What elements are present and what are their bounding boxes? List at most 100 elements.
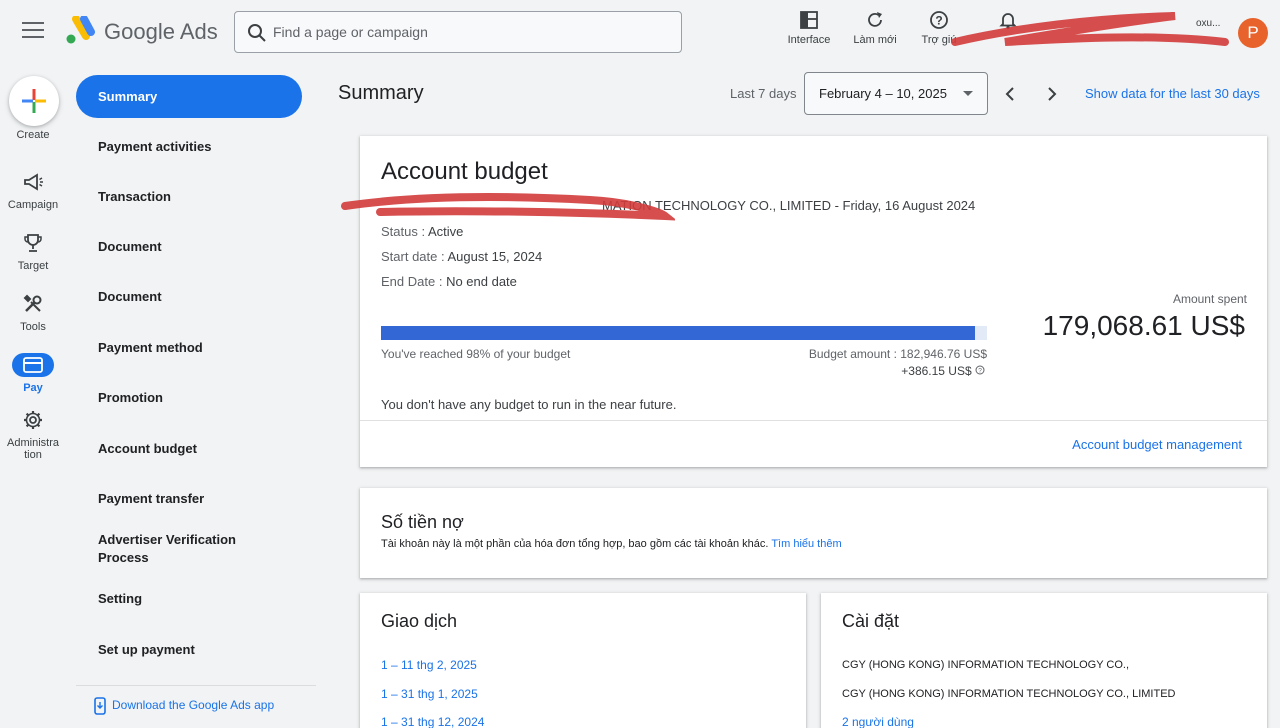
nav-item-document[interactable]: Document [76,238,302,256]
settings-title: Cài đặt [842,611,900,631]
nav-item-advertiser-verification[interactable]: Advertiser Verification Process [76,531,266,567]
transactions-card: Giao dịch 1 – 11 thg 2, 2025 1 – 31 thg … [360,593,806,728]
download-app-link[interactable]: Download the Google Ads app [94,697,274,715]
side-nav: Summary Payment activities Transaction D… [76,64,316,728]
bell-icon [999,13,1017,30]
date-range-value: February 4 – 10, 2025 [819,86,947,101]
end-date-label: End Date : [381,274,443,289]
download-app-label: Download the Google Ads app [112,698,275,713]
interface-button[interactable]: Interface [779,8,839,56]
avatar[interactable]: P [1238,18,1268,48]
budget-amount: Budget amount : 182,946.76 US$ [808,347,987,361]
help-icon[interactable]: ? [975,365,985,375]
budget-extra-row: +386.15 US$ ? [901,364,985,378]
end-date-value: No end date [446,274,517,289]
nav-item-promotion[interactable]: Promotion [76,389,302,407]
search-box[interactable] [234,11,682,53]
interface-label: Interface [787,34,831,46]
last-30-days-link[interactable]: Show data for the last 30 days [1085,86,1260,101]
debt-description-row: Tài khoản này là một phần của hóa đơn tổ… [381,538,842,550]
amount-spent-value: 179,068.61 US$ [1042,310,1245,341]
nav-item-account-budget[interactable]: Account budget [76,440,302,458]
settings-company-line: CGY (HONG KONG) INFORMATION TECHNOLOGY C… [842,688,1176,700]
budget-extra-amount: +386.15 US$ [901,364,972,378]
search-input[interactable] [273,20,673,44]
account-name[interactable]: oxu... [1196,18,1220,29]
nav-item-summary[interactable]: Summary [76,75,302,118]
target-label[interactable]: Target [0,260,66,272]
debt-description: Tài khoản này là một phần của hóa đơn tổ… [381,538,769,550]
start-date-value: August 15, 2024 [447,249,543,264]
budget-progress-fill [381,326,975,340]
settings-card: Cài đặt CGY (HONG KONG) INFORMATION TECH… [821,593,1267,728]
top-bar: Google Ads Interface Làm mới ? Trợ giú [0,0,1280,64]
administration-label[interactable]: Administra tion [0,437,66,461]
tools-label[interactable]: Tools [0,321,66,333]
dropdown-caret-icon [963,91,973,96]
account-budget-management-link[interactable]: Account budget management [1072,437,1242,452]
svg-text:?: ? [935,14,942,28]
nav-divider [76,685,316,686]
nav-item-setting[interactable]: Setting [76,590,302,608]
trophy-icon[interactable] [21,231,45,255]
users-link[interactable]: 2 người dùng [842,715,914,728]
chevron-right-icon[interactable] [1040,82,1064,106]
create-label: Create [16,129,50,141]
account-budget-title: Account budget [381,158,548,185]
plus-icon [22,89,46,113]
end-date-row: End Date : No end date [381,274,517,289]
nav-item-document-2[interactable]: Document [76,288,302,306]
status-label: Status : [381,224,426,239]
create-button[interactable] [9,76,59,126]
google-ads-logo [66,16,95,44]
help-button[interactable]: ? Trợ giú [909,8,969,56]
left-rail: Create Campaign Target Tools Pay Adminis… [0,64,66,728]
settings-company-line: CGY (HONG KONG) INFORMATION TECHNOLOGY C… [842,659,1130,671]
credit-card-icon [23,357,43,373]
nav-item-payment-activities[interactable]: Payment activities [76,138,302,156]
account-budget-card: Account budget MATION TECHNOLOGY CO., LI… [360,136,1267,467]
help-label: Trợ giú [921,34,957,46]
budget-reached-text: You've reached 98% of your budget [381,347,571,361]
transactions-title: Giao dịch [381,611,458,631]
budget-progress-bar [381,326,987,340]
start-date-row: Start date : August 15, 2024 [381,249,542,264]
brand-name: Google Ads [104,19,218,44]
nav-item-set-up-payment[interactable]: Set up payment [76,641,302,659]
amount-spent-label: Amount spent [1172,292,1247,306]
page-title: Summary [338,82,424,104]
learn-more-link[interactable]: Tìm hiểu thêm [771,538,841,550]
fund-name: MATION TECHNOLOGY CO., LIMITED - Friday,… [602,198,976,213]
refresh-label: Làm mới [853,34,897,46]
menu-icon[interactable] [22,22,44,42]
search-icon [248,24,266,42]
debt-card: Số tiền nợ Tài khoản này là một phần của… [360,488,1267,578]
svg-text:?: ? [978,368,982,375]
chevron-left-icon[interactable] [998,82,1022,106]
tools-icon[interactable] [21,292,45,316]
status-value: Active [427,224,464,239]
transaction-link[interactable]: 1 – 11 thg 2, 2025 [381,658,477,672]
debt-title: Số tiền nợ [381,512,464,532]
transaction-link[interactable]: 1 – 31 thg 1, 2025 [381,687,478,701]
phone-icon [94,697,106,715]
status-row: Status : Active [381,224,463,239]
campaign-label[interactable]: Campaign [0,199,66,211]
date-range-select[interactable]: February 4 – 10, 2025 [804,72,988,115]
layout-icon [800,11,818,29]
card-divider [360,420,1267,421]
date-range-label: Last 7 days [730,86,797,101]
help-icon: ? [930,11,948,29]
gear-icon[interactable] [21,408,45,432]
nav-item-payment-method[interactable]: Payment method [76,339,302,357]
pay-label[interactable]: Pay [0,382,66,394]
megaphone-icon[interactable] [21,170,45,194]
refresh-button[interactable]: Làm mới [845,8,905,56]
no-budget-text: You don't have any budget to run in the … [381,397,677,412]
pay-active-pill[interactable] [12,353,54,377]
nav-item-transaction[interactable]: Transaction [76,188,302,206]
transaction-link[interactable]: 1 – 31 thg 12, 2024 [381,715,484,728]
nav-item-payment-transfer[interactable]: Payment transfer [76,490,302,508]
notifications-button[interactable] [978,8,1038,56]
refresh-icon [868,12,882,27]
